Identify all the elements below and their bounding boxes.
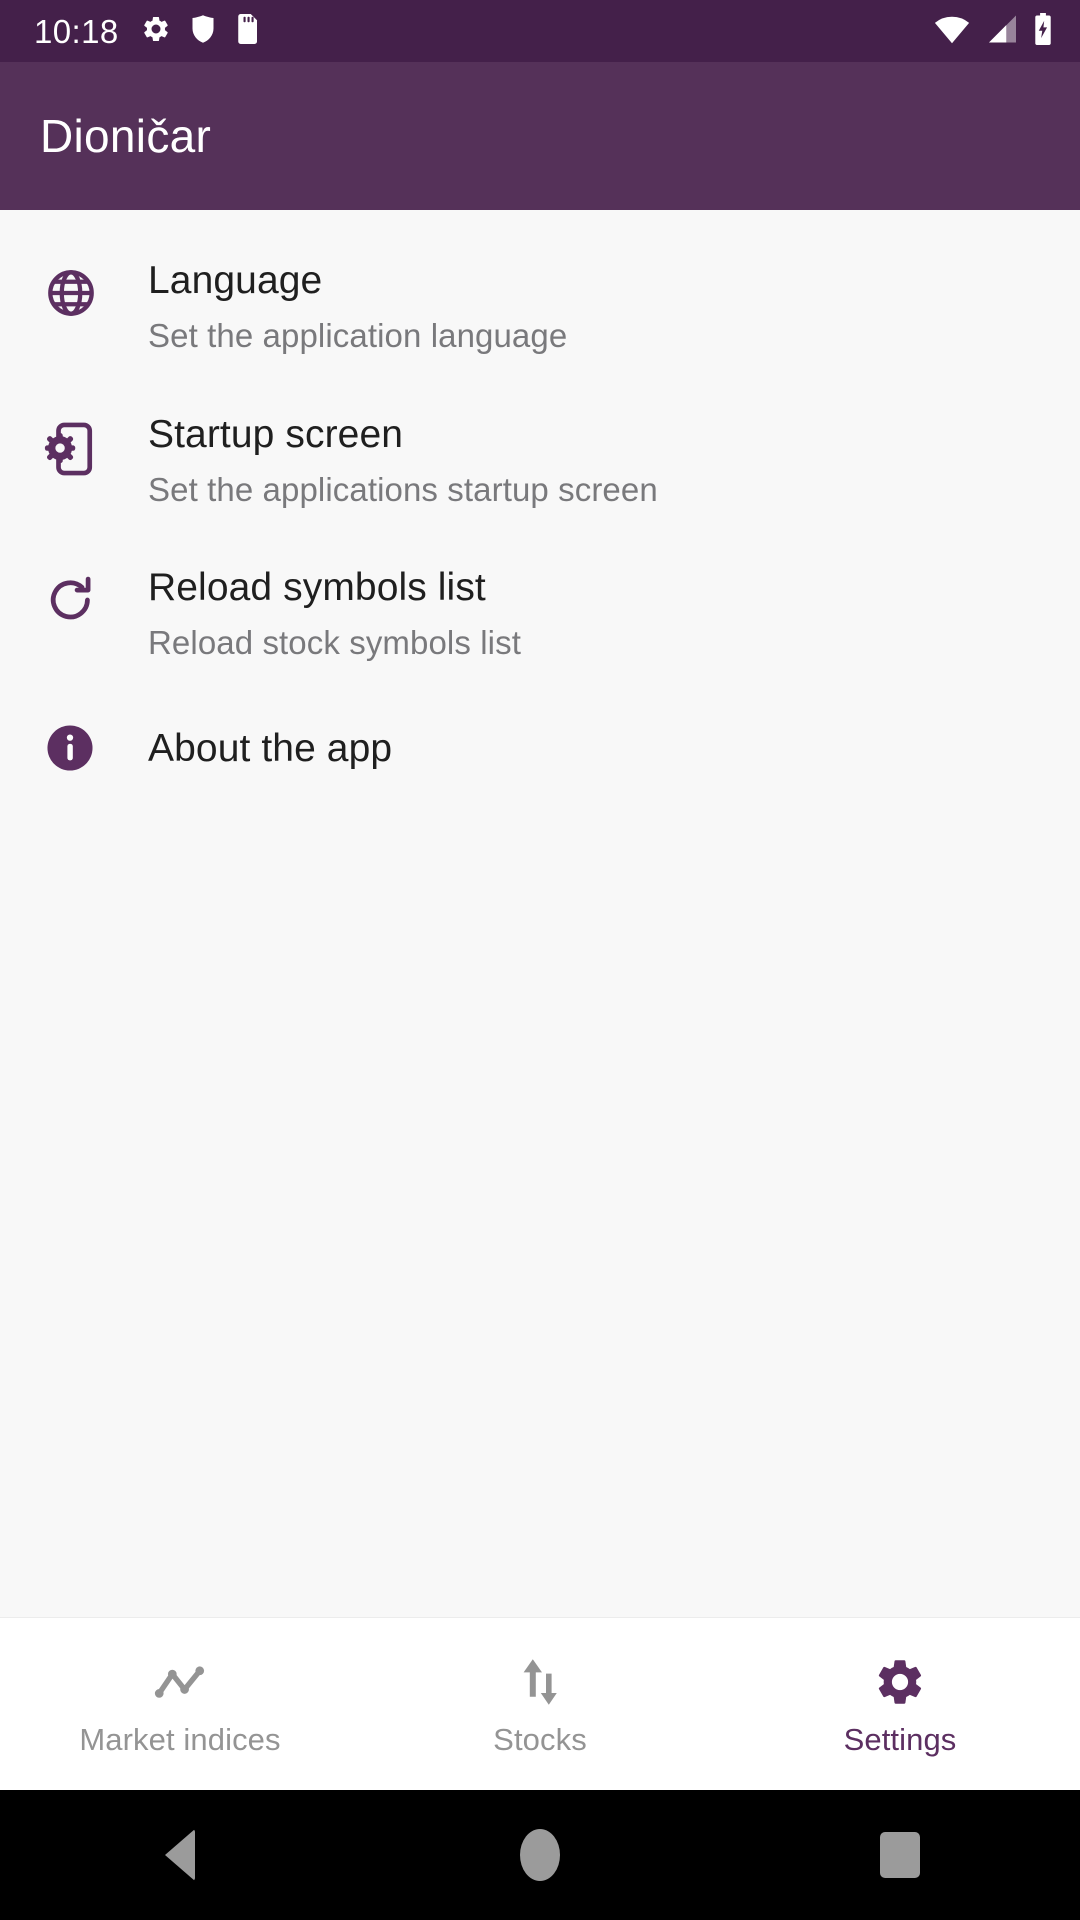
nav-item-stocks[interactable]: Stocks <box>360 1618 720 1790</box>
settings-item-about[interactable]: About the app <box>0 689 1080 807</box>
shield-icon <box>190 14 216 49</box>
status-bar: 10:18 <box>0 0 1080 62</box>
gear-icon <box>141 14 171 49</box>
gear-icon <box>873 1656 927 1708</box>
battery-charging-icon <box>1032 12 1054 50</box>
cellular-signal-icon <box>984 14 1018 49</box>
back-button[interactable] <box>0 1829 360 1881</box>
recents-button[interactable] <box>720 1832 1080 1878</box>
settings-item-title: Language <box>148 259 323 302</box>
nav-item-settings[interactable]: Settings <box>720 1618 1080 1790</box>
phone-screen: 10:18 Dioničar Language Set the applicat… <box>0 0 1080 1920</box>
status-clock: 10:18 <box>34 12 119 50</box>
settings-item-subtitle: Set the applications startup screen <box>148 470 658 508</box>
settings-item-language[interactable]: Language Set the application language <box>0 228 1080 382</box>
swap-vertical-icon <box>517 1656 563 1708</box>
home-button[interactable] <box>360 1829 720 1881</box>
sd-card-icon <box>235 13 259 49</box>
refresh-icon <box>44 563 148 627</box>
info-circle-icon <box>44 722 148 774</box>
nav-label: Settings <box>843 1722 957 1757</box>
settings-item-text: About the app <box>148 724 392 772</box>
settings-item-title: Reload symbols list <box>148 566 486 610</box>
nav-item-market-indices[interactable]: Market indices <box>0 1618 360 1790</box>
app-bar: Dioničar <box>0 62 1080 210</box>
wifi-icon <box>934 14 970 49</box>
settings-item-text: Startup screen Set the applications star… <box>148 410 658 510</box>
settings-item-title: Startup screen <box>148 412 404 456</box>
settings-item-text: Language Set the application language <box>148 256 567 356</box>
phone-settings-icon <box>44 410 148 478</box>
bottom-navigation: Market indices Stocks Settings <box>0 1618 1080 1790</box>
settings-item-startup-screen[interactable]: Startup screen Set the applications star… <box>0 382 1080 536</box>
globe-icon <box>44 256 148 320</box>
nav-label: Market indices <box>79 1722 281 1757</box>
status-bar-left-icons <box>141 13 259 49</box>
settings-list: Language Set the application language St… <box>0 210 1080 1618</box>
android-system-navigation <box>0 1790 1080 1920</box>
show-chart-icon <box>153 1656 207 1708</box>
settings-item-subtitle: Reload stock symbols list <box>148 624 521 662</box>
status-bar-right-icons <box>934 12 1054 50</box>
settings-item-text: Reload symbols list Reload stock symbols… <box>148 563 521 663</box>
page-title: Dioničar <box>40 110 212 162</box>
settings-item-reload-symbols[interactable]: Reload symbols list Reload stock symbols… <box>0 535 1080 689</box>
nav-label: Stocks <box>493 1722 587 1757</box>
settings-item-title: About the app <box>148 726 393 770</box>
settings-item-subtitle: Set the application language <box>148 317 568 355</box>
